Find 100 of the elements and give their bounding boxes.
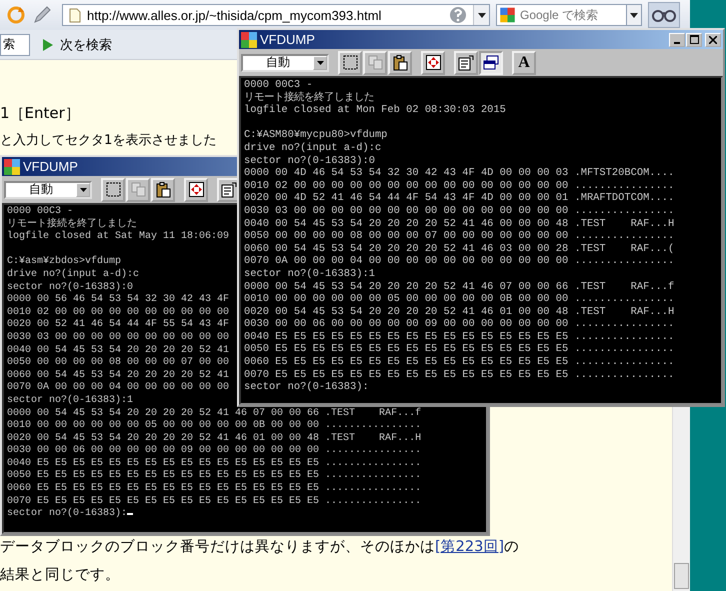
- console-line: 0030 00 00 06 00 00 00 00 00 09 00 00 00 00 00 00 00 ................: [7, 445, 422, 458]
- pen-icon[interactable]: [32, 5, 52, 25]
- console-line: 0030 03 00 00 00 00 00 00 00 00 00 00: [7, 332, 230, 345]
- move-tool-button[interactable]: [421, 50, 445, 74]
- clipboard-icon: [392, 54, 408, 70]
- console-line: C:¥asm¥zbdos>vfdump: [7, 256, 122, 268]
- console-line: 0060 E5 E5 E5 E5 E5 E5 E5 E5 E5 E5 E5 E5 E5 E5 E5 E5 ................: [244, 356, 674, 369]
- console-line: 0000 00 4D 46 54 53 54 32 30 42 43 4F 4D 00 00 00 03 .MFTST20BCOM....: [244, 167, 674, 180]
- console-line: 0050 E5 E5 E5 E5 E5 E5 E5 E5 E5 E5 E5 E5 E5 E5 E5 E5 ................: [244, 343, 674, 356]
- copy-icon: [368, 55, 382, 70]
- console-line: sector no?(0-16383):1: [244, 268, 375, 280]
- close-button[interactable]: [705, 32, 721, 46]
- app-icon: [241, 32, 257, 48]
- page-text: と入力してセクタ1を表示させました: [0, 132, 216, 150]
- close-icon: [709, 36, 717, 44]
- window-icon: [483, 55, 499, 70]
- search-field[interactable]: Google で検索: [518, 4, 626, 26]
- select-tool-button[interactable]: [101, 178, 125, 202]
- console-line: 0040 00 54 45 53 54 20 20 20 20 52 41: [7, 344, 230, 357]
- console-line: sector no?(0-16383):0: [244, 154, 375, 168]
- console-line: sector no?(0-16383):: [7, 508, 134, 521]
- properties-icon: [221, 182, 237, 198]
- glasses-icon: [651, 8, 677, 22]
- window-title: VFDUMP: [260, 32, 315, 47]
- help-icon[interactable]: [449, 6, 467, 24]
- console-line: sector no?(0-16383):: [244, 381, 369, 394]
- console-line: 0070 E5 E5 E5 E5 E5 E5 E5 E5 E5 E5 E5 E5 E5 E5 E5 E5 ................: [7, 496, 422, 508]
- paste-tool-button[interactable]: [151, 178, 175, 202]
- caret-icon: [80, 188, 86, 192]
- console-line: 0030 03 00 00 00 00 00 00 00 00 00 00 00 00 00 00 00 ................: [244, 204, 674, 218]
- console-line: 0010 02 00 00 00 00 00 00 00 00 00 00 00 00 00 00 00 ................: [244, 180, 674, 192]
- move-arrows-icon: [426, 55, 440, 70]
- console-line: 0050 00 00 00 00 08 00 00 00 07 00 00 00 00 00 00 00 ................: [244, 230, 674, 243]
- font-tool-button[interactable]: A: [512, 50, 536, 74]
- selection-icon: [342, 55, 358, 70]
- console-line: 0050 00 00 00 00 08 00 00 00 07 00 00: [7, 357, 230, 370]
- console-line: sector no?(0-16383):1: [7, 394, 134, 408]
- address-bar[interactable]: http://www.alles.or.jp/~thisida/cpm_mycom393.html: [62, 4, 490, 26]
- mode-dropdown[interactable]: 自動: [4, 180, 92, 198]
- console-line: C:¥ASM80¥mycpu80>vfdump: [244, 129, 388, 142]
- console-line: 0000 00 54 45 53 54 20 20 20 20 52 41 46 07 00 00 66 .TEST RAF...f: [244, 280, 674, 294]
- console-line: 0030 00 00 06 00 00 00 00 00 09 00 00 00 00 00 00 00 ................: [244, 318, 674, 331]
- console-line: drive no?(input a-d):c: [244, 142, 382, 155]
- copy-icon: [130, 182, 146, 197]
- console-line: logfile closed at Mon Feb 02 08:30:03 2015: [244, 104, 506, 117]
- maximize-button[interactable]: [686, 32, 702, 46]
- select-tool-button[interactable]: [338, 50, 362, 74]
- selection-icon: [106, 182, 120, 197]
- console-line: 0040 00 54 45 53 54 20 20 20 20 52 41 46 00 00 00 48 .TEST RAF...H: [244, 218, 674, 230]
- app-icon: [4, 158, 20, 174]
- dropdown-button[interactable]: [626, 4, 642, 26]
- article-link[interactable]: [第223回]: [435, 539, 504, 555]
- window-title: VFDUMP: [23, 159, 78, 174]
- paragraph: データブロックのブロック番号だけは異なりますが、そのほかは[第223回]の結果と同じです。: [0, 538, 520, 585]
- console-line: drive no?(input a-d):c: [7, 268, 140, 282]
- dropdown-button[interactable]: [473, 5, 489, 25]
- console-line: 0020 00 4D 52 41 46 54 44 4F 54 43 4F 4D 00 00 00 01 .MRAFTDOTCOM....: [244, 192, 674, 205]
- maximize-icon: [690, 35, 698, 44]
- glasses-button[interactable]: [648, 2, 680, 28]
- console-line: 0000 00C3 -: [7, 206, 74, 218]
- console-line: 0000 00C3 -: [244, 79, 313, 91]
- console-line: 0020 00 54 45 53 54 20 20 20 20 52 41 46 01 00 00 48 .TEST RAF...H: [7, 432, 422, 445]
- find-next-button[interactable]: 次を検索: [38, 34, 116, 56]
- console-line: 0010 00 00 00 00 00 00 05 00 00 00 00 00 0B 00 00 00 ................: [7, 420, 422, 433]
- search-engine-icon: [496, 4, 518, 26]
- console-line: sector no?(0-16383):0: [7, 282, 134, 294]
- caret-icon: [630, 12, 638, 18]
- paste-tool-button[interactable]: [388, 50, 412, 74]
- play-icon: [42, 38, 54, 52]
- console-line: 0020 00 54 45 53 54 20 20 20 20 52 41 46 01 00 00 48 .TEST RAF...H: [244, 306, 674, 318]
- console-line: 0070 0A 00 00 00 04 00 00 00 00 00 00: [7, 382, 230, 394]
- reload-icon[interactable]: [6, 5, 26, 25]
- minimize-button[interactable]: [669, 32, 685, 46]
- properties-icon: [458, 54, 474, 70]
- console-line: 0070 E5 E5 E5 E5 E5 E5 E5 E5 E5 E5 E5 E5 E5 E5 E5 E5 ................: [244, 368, 674, 382]
- console-line: 0060 00 54 45 53 54 20 20 20 20 52 41 46 03 00 00 28 .TEST RAF...(: [244, 242, 674, 256]
- console-line: 0000 00 56 46 54 53 54 32 30 42 43 4F: [7, 294, 230, 307]
- console-line: 0040 E5 E5 E5 E5 E5 E5 E5 E5 E5 E5 E5 E5 E5 E5 E5 E5 ................: [244, 330, 674, 344]
- console-line: 0070 0A 00 00 00 04 00 00 00 00 00 00 00 00 00 00 00 ................: [244, 255, 674, 268]
- move-arrows-icon: [188, 182, 204, 197]
- console-line: logfile closed at Sat May 11 18:06:09: [7, 231, 230, 244]
- caret-icon: [478, 12, 486, 18]
- console-line: 0020 00 52 41 46 54 44 4F 55 54 43 4F: [7, 319, 230, 332]
- console-line: 0000 00 54 45 53 54 20 20 20 20 52 41 46 07 00 00 66 .TEST RAF...f: [7, 408, 422, 420]
- console-line: リモート接続を終了しました: [244, 92, 374, 104]
- console-line: 0010 00 00 00 00 00 00 05 00 00 00 00 00 0B 00 00 00 ................: [244, 293, 674, 306]
- scrollbar[interactable]: [672, 407, 690, 591]
- console-line: 0010 02 00 00 00 00 00 00 00 00 00 00: [7, 306, 230, 319]
- properties-tool-button[interactable]: [454, 50, 478, 74]
- minimize-icon: [674, 42, 680, 44]
- console-line: 0040 E5 E5 E5 E5 E5 E5 E5 E5 E5 E5 E5 E5 E5 E5 E5 E5 ................: [7, 458, 422, 470]
- page-text: 1［Enter］: [0, 103, 80, 124]
- clipboard-icon: [156, 182, 170, 198]
- console-line: 0060 E5 E5 E5 E5 E5 E5 E5 E5 E5 E5 E5 E5 E5 E5 E5 E5 ................: [7, 483, 422, 496]
- move-tool-button[interactable]: [184, 178, 208, 202]
- console-line: 0060 00 54 45 53 54 20 20 20 20 52 41: [7, 370, 230, 382]
- mode-dropdown[interactable]: 自動: [241, 54, 329, 72]
- page-icon: [69, 8, 81, 22]
- find-field[interactable]: 索: [0, 34, 30, 56]
- console-line: リモート接続を終了しました: [7, 218, 137, 230]
